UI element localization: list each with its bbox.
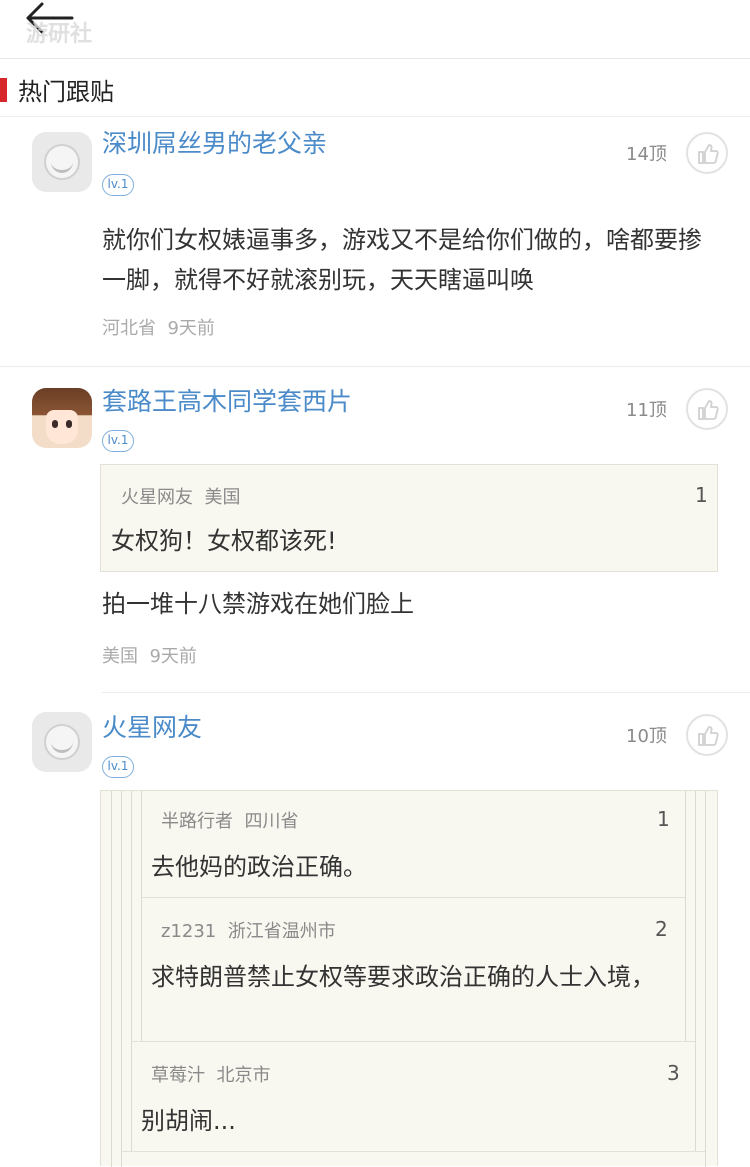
username[interactable]: 火星网友	[102, 708, 202, 744]
quote-text: 女权狗！女权都该死!	[111, 527, 337, 555]
quoted-comment[interactable]: 半路行者 四川省 1 去他妈的政治正确。	[141, 791, 685, 897]
quote-floor-number: 1	[657, 807, 670, 831]
quote-text: 求特朗普禁止女权等要求政治正确的人士入境，	[151, 963, 655, 991]
like-count: 14顶	[626, 144, 667, 165]
quote-author: 草莓汁	[151, 1065, 205, 1086]
comment-text: 就你们女权婊逼事多，游戏又不是给你们做的，啥都要掺一脚，就得不好就滚别玩，天天瞎…	[102, 226, 702, 294]
thumb-up-icon	[698, 144, 719, 164]
quote-meta: 草莓汁 北京市	[151, 1061, 270, 1087]
quote-meta: 半路行者 四川省	[161, 807, 298, 833]
nested-quote-box: 半路行者 四川省 1 去他妈的政治正确。 z1231 浙江省温州市 2 求特朗普…	[100, 790, 718, 1167]
quote-text: 别胡闹...	[141, 1107, 236, 1135]
top-bar: 游研社	[0, 0, 750, 59]
divider	[102, 692, 750, 693]
quote-author: 火星网友	[121, 487, 193, 508]
quote-location: 四川省	[244, 811, 299, 832]
like-button[interactable]	[686, 388, 728, 430]
quote-floor-number: 3	[667, 1061, 680, 1085]
quoted-comment[interactable]: 草莓汁 北京市 3 别胡闹...	[121, 1041, 705, 1151]
level-badge: lv.1	[102, 430, 134, 452]
comment-location: 美国	[102, 646, 138, 667]
quote-author: z1231	[161, 921, 217, 942]
comment-meta: 河北省 9天前	[102, 314, 215, 340]
comment-text: 拍一堆十八禁游戏在她们脸上	[102, 590, 414, 618]
avatar[interactable]	[32, 712, 92, 772]
thumb-up-icon	[698, 400, 719, 420]
username[interactable]: 套路王高木同学套西片	[102, 382, 352, 418]
quote-location: 浙江省温州市	[227, 921, 336, 942]
like-count: 10顶	[626, 726, 667, 747]
quote-author: 半路行者	[161, 811, 233, 832]
quote-floor-number: 2	[655, 917, 668, 941]
quote-text: 去他妈的政治正确。	[151, 853, 367, 881]
thumb-up-icon	[698, 726, 719, 746]
quote-meta: z1231 浙江省温州市	[161, 917, 336, 943]
comment-time: 9天前	[149, 646, 197, 667]
quoted-comment[interactable]: 火星网友 美国 1 女权狗！女权都该死!	[100, 464, 718, 572]
quote-floor-number: 1	[695, 483, 708, 507]
section-header: 热门跟贴	[0, 60, 750, 117]
avatar[interactable]	[32, 388, 92, 448]
quoted-comment[interactable]: z1231 浙江省温州市 2 求特朗普禁止女权等要求政治正确的人士入境，	[131, 897, 695, 1041]
quote-location: 美国	[204, 487, 241, 508]
like-button[interactable]	[686, 714, 728, 756]
watermark: 游研社	[26, 22, 93, 47]
level-badge: lv.1	[102, 756, 134, 778]
section-accent-bar	[0, 78, 7, 102]
comment-location: 河北省	[102, 318, 156, 339]
comment-meta: 美国 9天前	[102, 642, 197, 668]
like-count: 11顶	[626, 400, 667, 421]
quote-meta: 火星网友 美国	[121, 483, 240, 509]
divider	[0, 366, 750, 367]
comment-time: 9天前	[167, 318, 215, 339]
section-title: 热门跟贴	[18, 78, 114, 106]
quote-location: 北京市	[216, 1065, 271, 1086]
like-button[interactable]	[686, 132, 728, 174]
username[interactable]: 深圳屌丝男的老父亲	[102, 124, 327, 160]
avatar[interactable]	[32, 132, 92, 192]
level-badge: lv.1	[102, 174, 134, 196]
